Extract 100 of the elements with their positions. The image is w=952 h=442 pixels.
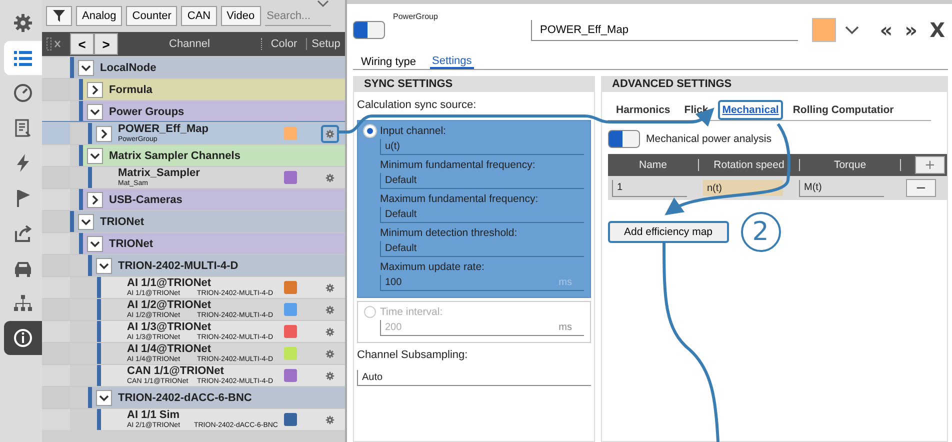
chevron-down-icon [90, 150, 100, 160]
channel-name: AI 1/1@TRIONet [127, 278, 212, 289]
radio-button[interactable] [364, 306, 376, 318]
color-swatch[interactable] [284, 281, 297, 294]
filter-button[interactable] [46, 6, 72, 26]
input-field[interactable]: Default [380, 241, 584, 257]
expander-toggle[interactable] [87, 148, 103, 164]
group-label: TRION-2402-MULTI-4-D [118, 260, 238, 272]
field-label: Calculation sync source: [357, 98, 478, 113]
field-label: Minimum fundamental frequency: [379, 159, 536, 171]
add-efficiency-map-button[interactable]: Add efficiency map [608, 221, 729, 243]
channel-name: CAN 1/1@TRIONet [127, 366, 225, 377]
gear-icon [325, 282, 335, 292]
nav-button[interactable]: « [876, 18, 896, 42]
input-field[interactable]: Default [380, 207, 584, 223]
expander-toggle[interactable] [78, 60, 94, 76]
toggle-label: Mechanical power analysis [646, 133, 772, 145]
section-header: ADVANCED SETTINGS [602, 76, 947, 92]
chevron-down-icon [81, 62, 91, 72]
color-swatch[interactable] [284, 127, 297, 140]
type-label: PowerGroup [393, 12, 439, 21]
expander-toggle[interactable] [96, 126, 112, 142]
chevron-down-icon [90, 238, 100, 248]
column-header: Name [608, 159, 699, 171]
group-label: TRIONet [100, 216, 144, 228]
group-label: USB-Cameras [109, 194, 182, 206]
color-swatch[interactable] [284, 369, 297, 382]
tab[interactable]: Harmonics [612, 100, 674, 120]
chevron-down-icon [90, 106, 100, 116]
option-label: Input channel: [380, 125, 446, 137]
group-label: Formula [109, 84, 152, 96]
gear-icon [325, 414, 335, 424]
expander-toggle[interactable] [78, 214, 94, 230]
settings-icon[interactable] [321, 124, 339, 142]
field-label: Channel Subsampling: [357, 348, 469, 363]
gear-icon [325, 348, 335, 358]
filter-button[interactable]: Video [220, 6, 261, 26]
nav-button[interactable]: » [902, 18, 921, 42]
expander-toggle[interactable] [96, 390, 112, 406]
tab[interactable]: Mechanical [718, 100, 783, 120]
group-label: TRION-2402-dACC-6-BNC [118, 392, 252, 404]
filter-button[interactable]: Counter [126, 6, 178, 26]
channel-name: AI 1/4@TRIONet [127, 344, 212, 355]
group-label: Matrix Sampler Channels [109, 150, 240, 162]
channel-name: AI 1/3@TRIONet [127, 322, 212, 333]
color-swatch[interactable] [284, 325, 297, 338]
input-field[interactable]: Default [380, 173, 584, 189]
chevron-right-icon [90, 84, 100, 94]
filter-button[interactable]: CAN [181, 6, 217, 26]
channel-name: POWER_Eff_Map [118, 124, 210, 135]
expander-toggle[interactable] [87, 192, 103, 208]
nav-button[interactable]: X [926, 18, 948, 42]
tab[interactable]: Rolling Computatior [788, 100, 898, 120]
list-icon[interactable] [4, 41, 42, 75]
expander-toggle[interactable] [96, 258, 112, 274]
toggle-switch[interactable] [353, 21, 385, 39]
column-header: Setup [306, 38, 345, 50]
remove-button[interactable]: − [906, 179, 936, 197]
option-label: Time interval: [380, 306, 443, 318]
input-field[interactable]: 100 ms [380, 275, 584, 291]
field-label: Minimum detection threshold: [379, 227, 518, 239]
name-field[interactable]: 1 [612, 180, 687, 196]
forward-button[interactable]: > [94, 33, 118, 55]
back-button[interactable]: < [70, 33, 94, 55]
tab[interactable]: Wiring type [359, 54, 418, 69]
color-swatch[interactable] [284, 303, 297, 316]
input-field[interactable]: 200 ms [380, 320, 584, 336]
tab[interactable]: Settings [430, 54, 474, 69]
color-swatch[interactable] [284, 171, 297, 184]
caret-icon[interactable] [315, 0, 331, 8]
channel-name: AI 1/2@TRIONet [127, 300, 212, 311]
channel-name: Matrix_Sampler [118, 168, 201, 179]
group-label: LocalNode [100, 62, 156, 74]
torque-field[interactable]: M(t) [799, 180, 884, 196]
step-number: 2 [740, 212, 781, 252]
chevron-down-icon [99, 260, 109, 270]
color-swatch[interactable] [284, 413, 297, 426]
input-field[interactable]: u(t) [380, 139, 584, 155]
add-button[interactable]: + [915, 156, 945, 174]
filter-button[interactable]: Analog [76, 6, 122, 26]
chevron-down-icon [99, 392, 109, 402]
expander-toggle[interactable] [87, 236, 103, 252]
gear-icon [325, 370, 335, 380]
chevron-right-icon [99, 128, 109, 138]
chevron-down-icon[interactable] [844, 25, 860, 35]
color-swatch[interactable] [284, 347, 297, 360]
search-field[interactable]: Search... [264, 6, 331, 26]
toggle-switch[interactable] [608, 130, 640, 148]
chevron-down-icon [81, 216, 91, 226]
expander-toggle[interactable] [87, 104, 103, 120]
color-swatch[interactable] [812, 18, 836, 42]
field-label: Maximum fundamental frequency: [379, 193, 540, 205]
column-header: Torque [800, 159, 901, 171]
info-icon[interactable] [4, 321, 42, 355]
dropdown-field[interactable]: Auto [357, 370, 591, 386]
expander-toggle[interactable] [87, 82, 103, 98]
gear-icon [325, 304, 335, 314]
name-field[interactable]: POWER_Eff_Map [531, 20, 798, 40]
gear-icon [325, 128, 335, 138]
funnel-icon [52, 9, 66, 23]
